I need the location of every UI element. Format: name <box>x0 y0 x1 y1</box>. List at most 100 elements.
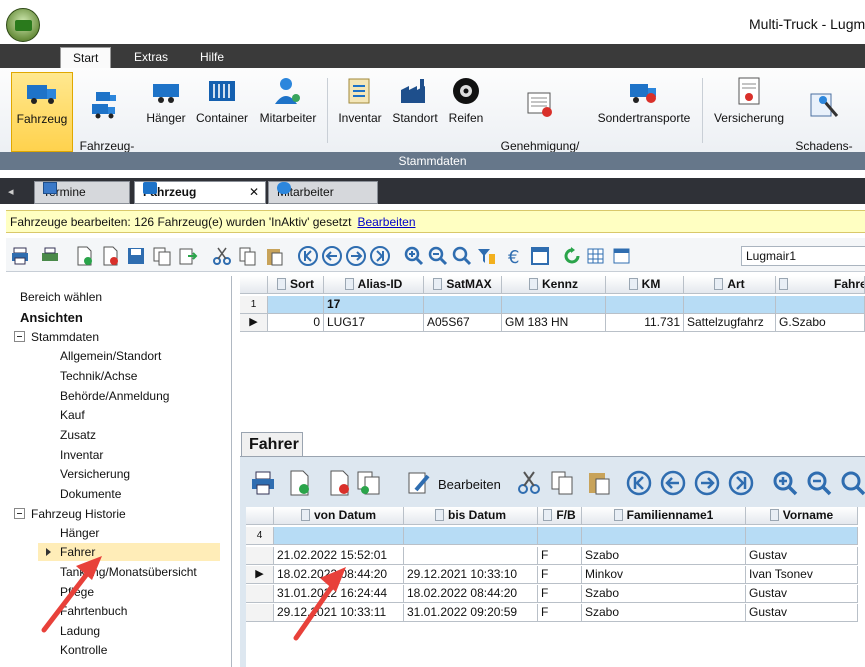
save-icon[interactable] <box>126 246 146 266</box>
tab-termine[interactable]: Termine <box>34 181 130 204</box>
ribbon-button-versicherung[interactable]: Versicherung <box>707 72 791 152</box>
refresh-icon[interactable] <box>562 246 582 266</box>
column-header-km[interactable]: KM <box>606 276 684 294</box>
filter-cell[interactable] <box>404 527 538 545</box>
cell-satmax[interactable]: A05S67 <box>424 314 502 332</box>
currency-icon[interactable]: € <box>506 246 526 266</box>
copy-icon[interactable] <box>238 246 258 266</box>
cell-von-datum[interactable]: 29.12.2021 10:33:11 <box>274 604 404 622</box>
cell-sort[interactable]: 0 <box>268 314 324 332</box>
cell-bis-datum[interactable]: 29.12.2021 10:33:10 <box>404 566 538 584</box>
tree-item-versicherung[interactable]: Versicherung <box>60 465 130 483</box>
column-header-art[interactable]: Art <box>684 276 776 294</box>
cell-vorname[interactable]: Gustav <box>746 547 858 565</box>
first-record-icon[interactable] <box>298 246 318 266</box>
cell-familienname[interactable]: Szabo <box>582 547 746 565</box>
tree-item-fahrtenbuch[interactable]: Fahrtenbuch <box>60 602 127 620</box>
zoom-in-icon[interactable] <box>404 246 424 266</box>
filter-cell[interactable] <box>746 527 858 545</box>
previous-record-icon[interactable] <box>660 470 686 496</box>
paste-icon[interactable] <box>586 470 612 496</box>
tree-item-fahrer[interactable]: Fahrer <box>38 543 220 561</box>
cell-von-datum[interactable]: 18.02.2022 08:44:20 <box>274 566 404 584</box>
tree-group-stammdaten[interactable]: Stammdaten <box>14 328 99 346</box>
ribbon-tab-extras[interactable]: Extras <box>122 47 180 68</box>
tree-item-ladung[interactable]: Ladung <box>60 622 100 640</box>
cell-von-datum[interactable]: 21.02.2022 15:52:01 <box>274 547 404 565</box>
last-record-icon[interactable] <box>728 470 754 496</box>
cut-icon[interactable] <box>516 470 542 496</box>
tab-fahrzeug[interactable]: Fahrzeug ✕ <box>134 181 266 204</box>
filter-cell[interactable] <box>582 527 746 545</box>
column-header-sort[interactable]: Sort <box>268 276 324 294</box>
copy-record-icon[interactable] <box>152 246 172 266</box>
cell-vorname[interactable]: Ivan Tsonev <box>746 566 858 584</box>
cell-fahrer[interactable]: G.Szabo <box>776 314 865 332</box>
tab-scroll-left-icon[interactable]: ◂ <box>8 185 14 198</box>
ribbon-button-haenger[interactable]: Hänger <box>142 72 190 152</box>
filter-cell[interactable] <box>606 296 684 314</box>
column-header-kennz[interactable]: Kennz <box>502 276 606 294</box>
filter-cell[interactable] <box>268 296 324 314</box>
column-header-von-datum[interactable]: von Datum <box>274 507 404 525</box>
delete-record-icon[interactable] <box>326 470 352 496</box>
tree-item-haenger[interactable]: Hänger <box>60 524 99 542</box>
filter-combo[interactable]: Lugmair1 <box>741 246 865 266</box>
edit-button-label[interactable]: Bearbeiten <box>438 477 501 492</box>
ribbon-tab-hilfe[interactable]: Hilfe <box>188 47 236 68</box>
cell-bis-datum[interactable]: 18.02.2022 08:44:20 <box>404 585 538 603</box>
ribbon-button-sondertransporte[interactable]: Sondertransporte <box>590 72 698 152</box>
copy-icon[interactable] <box>550 470 576 496</box>
print-preview-icon[interactable] <box>40 246 60 266</box>
filter-cell[interactable] <box>776 296 865 314</box>
ribbon-button-schadensfaelle[interactable]: Schadens- fälle <box>792 72 856 167</box>
window-icon[interactable] <box>530 246 550 266</box>
tree-item-zusatz[interactable]: Zusatz <box>60 426 96 444</box>
cell-familienname[interactable]: Szabo <box>582 604 746 622</box>
search-icon[interactable] <box>840 470 865 496</box>
ribbon-button-fahrzeuggruppe[interactable]: Fahrzeug- gruppe <box>75 72 139 167</box>
column-header-satmax[interactable]: SatMAX <box>424 276 502 294</box>
column-header-fb[interactable]: F/B <box>538 507 582 525</box>
filter-cell-alias[interactable]: 17 <box>324 296 424 314</box>
column-chooser-icon[interactable] <box>612 246 632 266</box>
column-header-vorname[interactable]: Vorname <box>746 507 858 525</box>
cell-art[interactable]: Sattelzugfahrz <box>684 314 776 332</box>
collapse-icon[interactable] <box>14 331 25 342</box>
ribbon-button-standort[interactable]: Standort <box>388 72 442 152</box>
filter-cell[interactable] <box>274 527 404 545</box>
zoom-out-icon[interactable] <box>806 470 832 496</box>
zoom-out-icon[interactable] <box>428 246 448 266</box>
tree-item-allgemein[interactable]: Allgemein/Standort <box>60 347 161 365</box>
paste-icon[interactable] <box>264 246 284 266</box>
ribbon-button-genehmigung[interactable]: Genehmigung/ Zertifikat <box>490 72 590 167</box>
export-icon[interactable] <box>178 246 198 266</box>
ribbon-tab-start[interactable]: Start <box>60 47 112 68</box>
filter-cell[interactable] <box>684 296 776 314</box>
cell-vorname[interactable]: Gustav <box>746 585 858 603</box>
filter-icon[interactable] <box>476 246 496 266</box>
ribbon-button-mitarbeiter[interactable]: Mitarbeiter <box>254 72 322 152</box>
tree-item-kauf[interactable]: Kauf <box>60 406 85 424</box>
cut-icon[interactable] <box>212 246 232 266</box>
column-header-alias-id[interactable]: Alias-ID <box>324 276 424 294</box>
ribbon-button-reifen[interactable]: Reifen <box>444 72 488 152</box>
tree-item-dokumente[interactable]: Dokumente <box>60 485 121 503</box>
cell-bis-datum[interactable]: 31.01.2022 09:20:59 <box>404 604 538 622</box>
info-edit-link[interactable]: Bearbeiten <box>357 215 415 229</box>
column-header-bis-datum[interactable]: bis Datum <box>404 507 538 525</box>
cell-familienname[interactable]: Szabo <box>582 585 746 603</box>
cell-fb[interactable]: F <box>538 547 582 565</box>
ribbon-button-fahrzeug[interactable]: Fahrzeug <box>11 72 73 152</box>
column-header-familienname[interactable]: Familienname1 <box>582 507 746 525</box>
tree-item-behoerde[interactable]: Behörde/Anmeldung <box>60 387 169 405</box>
tab-mitarbeiter[interactable]: Mitarbeiter <box>268 181 378 204</box>
collapse-icon[interactable] <box>14 508 25 519</box>
edit-icon[interactable] <box>406 470 432 496</box>
new-record-icon[interactable] <box>74 246 94 266</box>
tree-item-technik[interactable]: Technik/Achse <box>60 367 137 385</box>
cell-fb[interactable]: F <box>538 604 582 622</box>
tree-item-pflege[interactable]: Pflege <box>60 583 94 601</box>
tab-fahrer-pane[interactable]: Fahrer <box>241 432 303 457</box>
cell-fb[interactable]: F <box>538 585 582 603</box>
